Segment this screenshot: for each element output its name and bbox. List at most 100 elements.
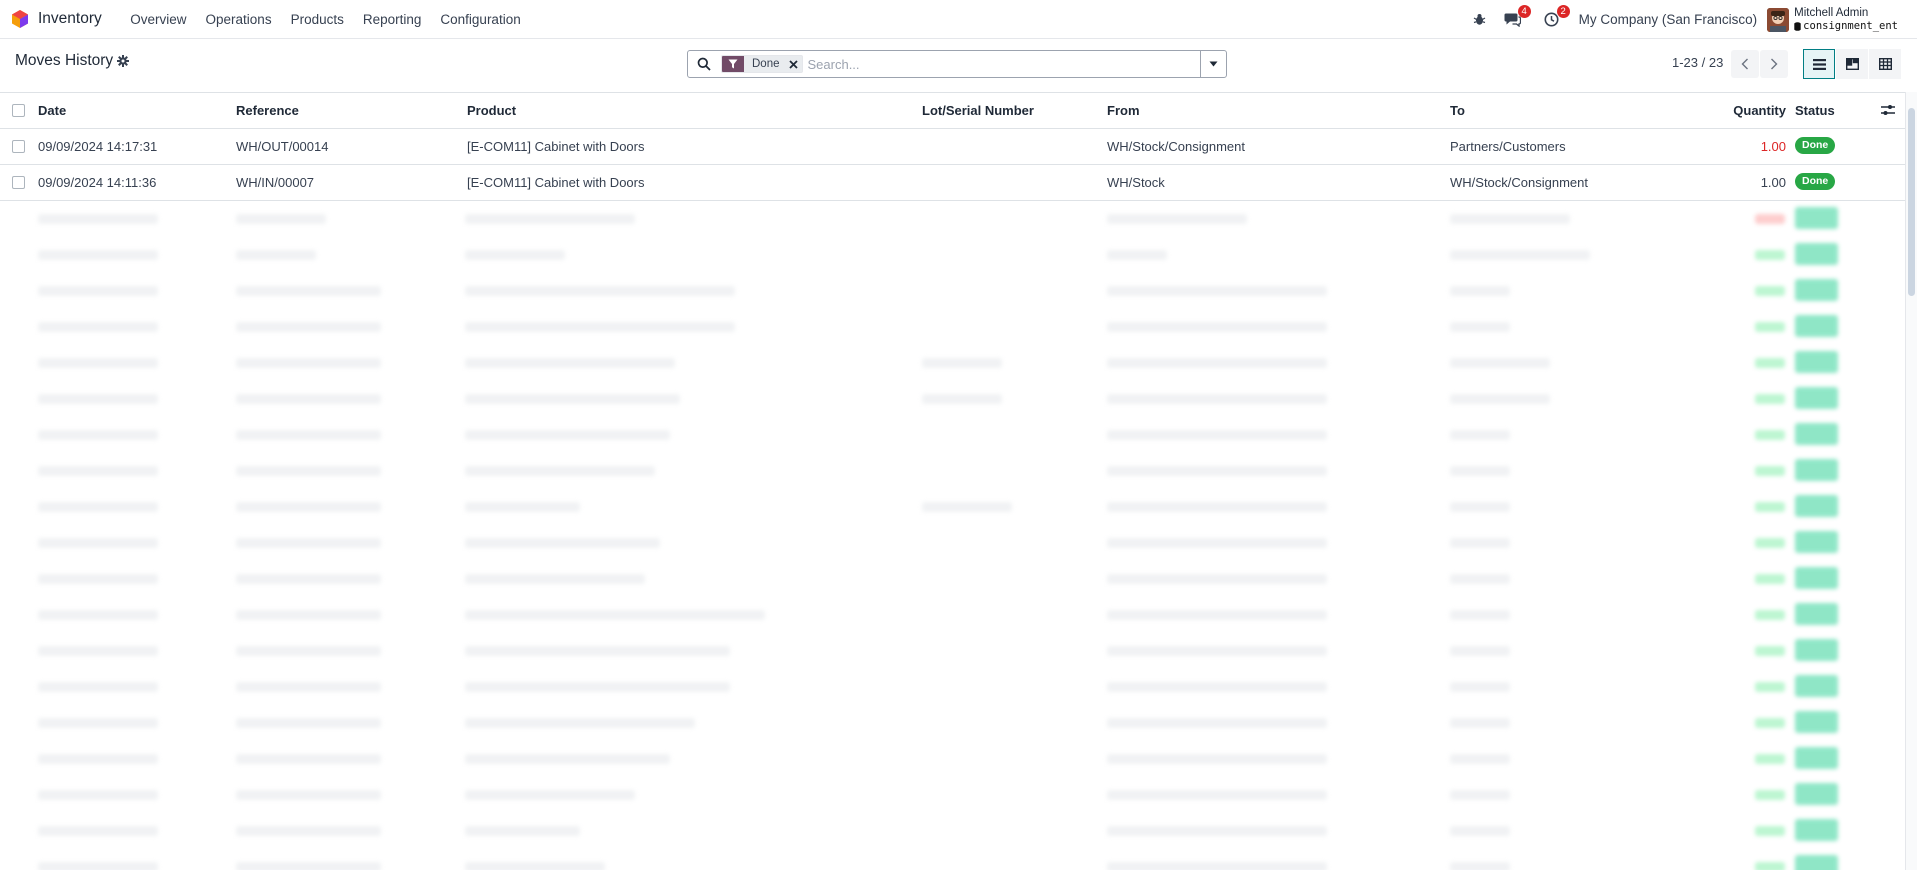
obscured-cell <box>38 682 158 692</box>
obscured-cell <box>236 214 326 224</box>
menu-reporting[interactable]: Reporting <box>353 12 431 27</box>
gear-icon[interactable] <box>117 55 129 67</box>
obscured-row <box>0 813 1905 849</box>
search-icon[interactable] <box>697 57 711 71</box>
activities-badge: 2 <box>1556 4 1570 18</box>
pivot-view-button[interactable] <box>1869 49 1901 79</box>
search-facet: Done <box>721 55 803 73</box>
obscured-row <box>0 453 1905 489</box>
obscured-row <box>0 777 1905 813</box>
messages-button[interactable]: 4 <box>1503 4 1531 30</box>
column-from[interactable]: From <box>1107 103 1140 118</box>
obscured-status-badge <box>1795 423 1838 445</box>
obscured-cell <box>465 466 655 476</box>
filter-icon <box>722 56 744 72</box>
search-input[interactable] <box>807 56 1198 72</box>
column-quantity[interactable]: Quantity <box>1733 103 1786 118</box>
obscured-status-badge <box>1795 495 1838 517</box>
obscured-row <box>0 525 1905 561</box>
table-row[interactable]: 09/09/2024 14:17:31 WH/OUT/00014 [E-COM1… <box>0 129 1905 165</box>
list-view-icon <box>1812 58 1826 70</box>
obscured-status-badge <box>1795 351 1838 373</box>
column-reference[interactable]: Reference <box>236 103 299 118</box>
chevron-right-icon <box>1771 58 1778 70</box>
menu-operations[interactable]: Operations <box>196 12 281 27</box>
obscured-cell <box>1755 538 1785 548</box>
obscured-status-badge <box>1795 531 1838 553</box>
obscured-cell <box>1755 502 1785 512</box>
row-checkbox[interactable] <box>12 140 25 153</box>
obscured-row <box>0 489 1905 525</box>
pivot-view-icon <box>1878 58 1892 70</box>
close-icon[interactable] <box>785 56 802 72</box>
obscured-status-badge <box>1795 315 1838 337</box>
table-row[interactable]: 09/09/2024 14:11:36 WH/IN/00007 [E-COM11… <box>0 165 1905 201</box>
obscured-cell <box>1107 754 1327 764</box>
company-switcher[interactable]: My Company (San Francisco) <box>1579 12 1758 27</box>
obscured-cell <box>1107 862 1327 870</box>
column-to[interactable]: To <box>1450 103 1465 118</box>
obscured-row <box>0 237 1905 273</box>
obscured-status-badge <box>1795 819 1838 841</box>
database-name: consignment_ent <box>1794 20 1898 33</box>
obscured-cell <box>1755 826 1785 836</box>
column-options-icon[interactable] <box>1881 104 1895 116</box>
obscured-cell <box>1450 682 1510 692</box>
column-status[interactable]: Status <box>1795 103 1835 118</box>
menu-products[interactable]: Products <box>281 12 353 27</box>
bug-icon[interactable] <box>1470 10 1490 30</box>
pager-previous[interactable] <box>1731 50 1759 78</box>
obscured-cell <box>465 682 730 692</box>
table-header: Date Reference Product Lot/Serial Number… <box>0 93 1905 129</box>
list-scrollbar[interactable] <box>1905 92 1917 870</box>
row-checkbox[interactable] <box>12 176 25 189</box>
obscured-cell <box>1450 790 1510 800</box>
pager-next[interactable] <box>1760 50 1788 78</box>
column-product[interactable]: Product <box>467 103 516 118</box>
obscured-cell <box>38 286 158 296</box>
database-label: consignment_ent <box>1803 19 1898 32</box>
menu-overview[interactable]: Overview <box>121 12 196 27</box>
activities-button[interactable]: 2 <box>1542 4 1570 30</box>
user-menu[interactable]: Mitchell Admin consignment_ent <box>1794 7 1898 33</box>
obscured-cell <box>38 322 158 332</box>
obscured-cell <box>1107 646 1327 656</box>
menu-configuration[interactable]: Configuration <box>431 12 530 27</box>
obscured-cell <box>236 286 381 296</box>
obscured-cell <box>1107 430 1327 440</box>
pager-value[interactable]: 1-23 / 23 <box>1672 55 1723 70</box>
obscured-cell <box>38 502 158 512</box>
scroll-thumb[interactable] <box>1908 108 1915 296</box>
list-view-button[interactable] <box>1803 49 1835 79</box>
obscured-cell <box>465 286 735 296</box>
page-title: Moves History <box>15 52 114 69</box>
obscured-cell <box>922 502 1012 512</box>
column-date[interactable]: Date <box>38 103 66 118</box>
row-to: WH/Stock/Consignment <box>1450 175 1588 190</box>
avatar[interactable] <box>1767 7 1790 32</box>
obscured-status-badge <box>1795 387 1838 409</box>
obscured-row <box>0 669 1905 705</box>
search-options-toggle[interactable] <box>1200 51 1226 77</box>
obscured-cell <box>38 718 158 728</box>
obscured-cell <box>1107 466 1327 476</box>
obscured-cell <box>236 610 381 620</box>
app-name[interactable]: Inventory <box>38 10 102 28</box>
obscured-cell <box>1107 502 1327 512</box>
obscured-cell <box>1107 610 1327 620</box>
row-date: 09/09/2024 14:17:31 <box>38 139 158 154</box>
obscured-status-badge <box>1795 459 1838 481</box>
obscured-cell <box>236 358 381 368</box>
obscured-status-badge <box>1795 747 1838 769</box>
obscured-cell <box>1107 250 1167 260</box>
column-lot[interactable]: Lot/Serial Number <box>922 103 1034 118</box>
kanban-view-button[interactable] <box>1836 49 1868 79</box>
top-navbar: Inventory Overview Operations Products R… <box>0 0 1917 39</box>
app-logo-icon[interactable] <box>12 10 28 28</box>
obscured-cell <box>465 718 695 728</box>
obscured-cell <box>1107 286 1327 296</box>
obscured-cell <box>1755 610 1785 620</box>
select-all-checkbox[interactable] <box>12 104 25 117</box>
obscured-row <box>0 381 1905 417</box>
facet-value: Done <box>744 56 786 72</box>
